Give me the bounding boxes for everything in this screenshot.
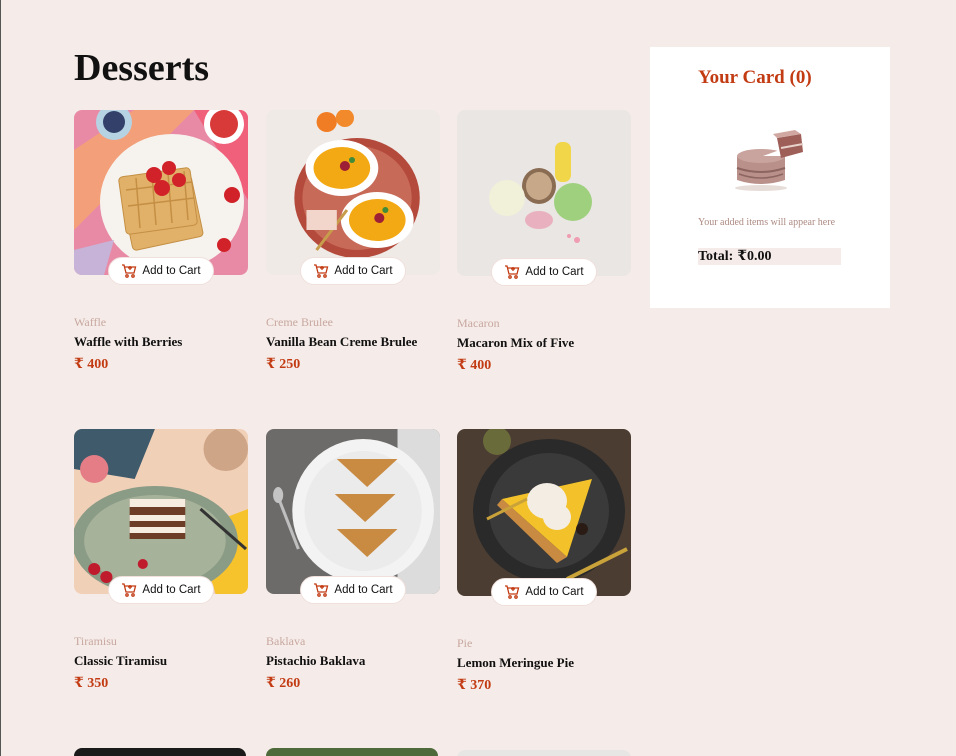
cart-plus-icon: [314, 583, 329, 597]
product-card-tiramisu: Add to Cart Tiramisu Classic Tiramisu ₹ …: [74, 429, 248, 692]
product-name: Pistachio Baklava: [266, 653, 366, 668]
product-price: ₹ 370: [457, 678, 492, 693]
product-price: ₹ 250: [266, 357, 301, 372]
product-card-creme-brulee: Add to Cart Creme Brulee Vanilla Bean Cr…: [266, 110, 440, 373]
product-price: ₹ 260: [266, 676, 301, 691]
product-name: Waffle with Berries: [74, 334, 183, 349]
product-card-baklava: Add to Cart Baklava Pistachio Baklava ₹ …: [266, 429, 440, 692]
add-to-cart-label: Add to Cart: [142, 584, 201, 596]
product-image-pie: [457, 429, 631, 596]
product-price: ₹ 350: [74, 676, 109, 691]
product-name: Classic Tiramisu: [74, 653, 168, 668]
add-to-cart-label: Add to Cart: [142, 265, 201, 277]
add-to-cart-label: Add to Cart: [334, 265, 393, 277]
cart-total-value: ₹0.00: [737, 249, 772, 264]
product-image-tiramisu: [74, 429, 248, 594]
add-to-cart-label: Add to Cart: [525, 266, 584, 278]
cart-total-label: Total:: [698, 249, 734, 264]
product-category: Creme Brulee: [266, 315, 333, 329]
product-card-waffle: Add to Cart Waffle Waffle with Berries ₹…: [74, 110, 248, 373]
cart-plus-icon: [505, 265, 520, 279]
cart-plus-icon: [122, 583, 137, 597]
product-category: Pie: [457, 636, 473, 650]
cart-plus-icon: [505, 585, 520, 599]
product-name: Macaron Mix of Five: [457, 335, 575, 350]
add-to-cart-button[interactable]: Add to Cart: [108, 576, 214, 604]
product-image-creme-brulee: [266, 110, 440, 275]
product-card-partial: [266, 748, 438, 756]
product-category: Macaron: [457, 316, 500, 330]
add-to-cart-button[interactable]: Add to Cart: [300, 257, 406, 285]
product-category: Baklava: [266, 634, 306, 648]
product-card-macaron: Add to Cart Macaron Macaron Mix of Five …: [457, 110, 631, 374]
product-name: Lemon Meringue Pie: [457, 655, 574, 670]
add-to-cart-label: Add to Cart: [334, 584, 393, 596]
product-category: Tiramisu: [74, 634, 117, 648]
product-category: Waffle: [74, 315, 107, 329]
cart-plus-icon: [122, 264, 137, 278]
add-to-cart-button[interactable]: Add to Cart: [491, 258, 597, 286]
cart-title: Your Card (0): [698, 67, 812, 88]
product-image-macaron: [457, 110, 631, 276]
product-card-partial: [74, 748, 246, 756]
product-image-baklava: [266, 429, 440, 594]
product-image-waffle: [74, 110, 248, 275]
product-card-partial: [457, 750, 631, 756]
cart-plus-icon: [314, 264, 329, 278]
product-price: ₹ 400: [74, 357, 109, 372]
cart-empty-message: Your added items will appear here: [698, 217, 836, 228]
product-name: Vanilla Bean Creme Brulee: [266, 334, 418, 349]
add-to-cart-button[interactable]: Add to Cart: [108, 257, 214, 285]
page-title: Desserts: [74, 47, 210, 89]
cart-total: Total: ₹0.00: [698, 248, 841, 265]
add-to-cart-button[interactable]: Add to Cart: [491, 578, 597, 606]
cart-panel: Your Card (0) Your added items will appe…: [650, 47, 890, 308]
cake-slice-icon: [735, 130, 804, 191]
product-card-pie: Add to Cart Pie Lemon Meringue Pie ₹ 370: [457, 429, 631, 694]
product-price: ₹ 400: [457, 358, 492, 373]
add-to-cart-label: Add to Cart: [525, 586, 584, 598]
add-to-cart-button[interactable]: Add to Cart: [300, 576, 406, 604]
